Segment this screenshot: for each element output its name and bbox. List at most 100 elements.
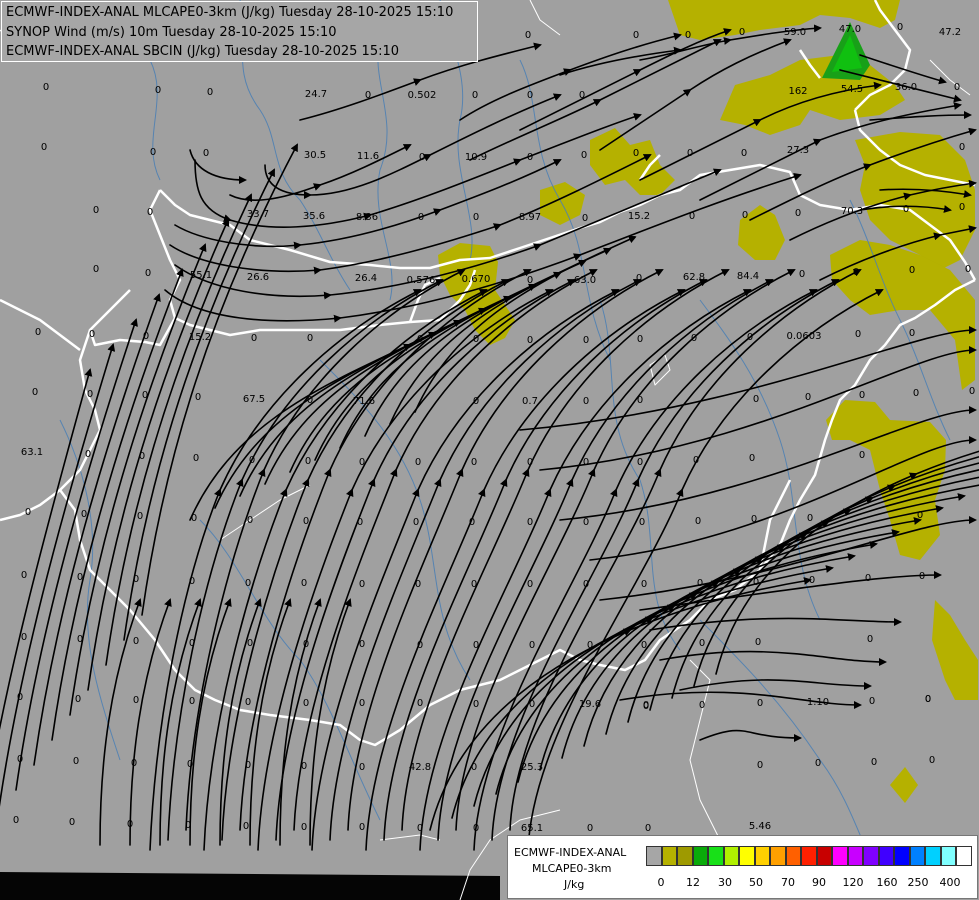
station-value: 0 xyxy=(247,638,253,649)
legend-swatch xyxy=(692,846,708,866)
station-value: 0 xyxy=(913,388,919,399)
legend-tick-label: 70 xyxy=(781,876,795,889)
station-value: 0 xyxy=(145,268,151,279)
station-value: 0 xyxy=(359,698,365,709)
station-value: 0 xyxy=(415,579,421,590)
station-value: 24.7 xyxy=(305,89,327,100)
legend-tick-label: 12 xyxy=(686,876,700,889)
title-line-3: ECMWF-INDEX-ANAL SBCIN (J/kg) Tuesday 28… xyxy=(6,44,400,59)
station-value: 0 xyxy=(473,212,479,223)
station-value: 0 xyxy=(69,817,75,828)
legend-swatch xyxy=(739,846,755,866)
station-value: 0 xyxy=(21,570,27,581)
station-value: 0 xyxy=(43,82,49,93)
station-value: 0 xyxy=(473,396,479,407)
station-value: 0 xyxy=(959,142,965,153)
station-value: 0 xyxy=(643,701,649,712)
station-value: 0 xyxy=(909,265,915,276)
legend-tick-label: 250 xyxy=(907,876,929,889)
station-value: 0 xyxy=(795,208,801,219)
station-value: 0 xyxy=(417,823,423,834)
station-value: 0 xyxy=(359,762,365,773)
station-value: 0 xyxy=(85,449,91,460)
station-value: 84.4 xyxy=(737,271,759,282)
station-value: 67.5 xyxy=(243,394,265,405)
station-value: 0 xyxy=(251,333,257,344)
station-value: 0 xyxy=(139,451,145,462)
station-value: 0 xyxy=(749,453,755,464)
station-value: 0 xyxy=(799,269,805,280)
station-value: 0 xyxy=(805,392,811,403)
title-box: ECMWF-INDEX-ANAL MLCAPE0-3km (J/kg) Tues… xyxy=(1,1,478,62)
station-value: 0 xyxy=(527,579,533,590)
station-value: 0 xyxy=(303,698,309,709)
legend-title-1: ECMWF-INDEX-ANAL xyxy=(514,846,627,859)
station-value: 0 xyxy=(155,85,161,96)
station-value: 30.5 xyxy=(304,150,326,161)
station-value: 0 xyxy=(807,513,813,524)
station-value: 0 xyxy=(755,637,761,648)
station-value: 0 xyxy=(929,755,935,766)
station-value: 47.2 xyxy=(939,27,961,38)
station-value: 0 xyxy=(207,87,213,98)
station-value: 0 xyxy=(809,575,815,586)
station-value: 26.4 xyxy=(355,273,377,284)
station-value: 0 xyxy=(415,457,421,468)
station-value: 0 xyxy=(413,517,419,528)
station-value: 0 xyxy=(303,639,309,650)
station-value: 8.36 xyxy=(356,212,378,223)
station-value: 0 xyxy=(25,507,31,518)
station-value: 0 xyxy=(32,387,38,398)
station-value: 0 xyxy=(865,573,871,584)
station-value: 0.7 xyxy=(522,396,538,407)
station-value: 0 xyxy=(645,823,651,834)
station-value: 0 xyxy=(131,758,137,769)
station-value: 0 xyxy=(417,334,423,345)
station-value: 0 xyxy=(869,696,875,707)
legend-swatch xyxy=(646,846,662,866)
station-value: 0 xyxy=(583,457,589,468)
station-value: 0 xyxy=(633,30,639,41)
station-value: 0 xyxy=(245,578,251,589)
station-value: 0 xyxy=(471,457,477,468)
station-value: 0 xyxy=(187,759,193,770)
station-value: 59.0 xyxy=(784,27,806,38)
station-value: 0 xyxy=(73,756,79,767)
station-value: 63.0 xyxy=(574,275,596,286)
legend-swatch xyxy=(847,846,863,866)
station-value: 0 xyxy=(897,22,903,33)
legend-tick-label: 0 xyxy=(657,876,665,889)
station-value: 0 xyxy=(636,273,642,284)
legend-swatch xyxy=(723,846,739,866)
station-value: 0.670 xyxy=(462,274,491,285)
station-value: 0 xyxy=(143,331,149,342)
station-value: 0 xyxy=(757,698,763,709)
station-value: 0.502 xyxy=(408,90,437,101)
station-value: 0 xyxy=(757,760,763,771)
station-value: 35.6 xyxy=(303,211,325,222)
station-value: 0 xyxy=(641,579,647,590)
station-value: 0 xyxy=(583,579,589,590)
station-value: 0 xyxy=(21,632,27,643)
legend-swatch xyxy=(863,846,879,866)
station-value: 0 xyxy=(815,758,821,769)
station-value: 26.6 xyxy=(247,272,269,283)
station-value: 0 xyxy=(579,90,585,101)
station-value: 0 xyxy=(307,395,313,406)
station-value: 0 xyxy=(741,148,747,159)
legend-swatch xyxy=(878,846,894,866)
legend-tick-label: 400 xyxy=(939,876,961,889)
station-value: 0 xyxy=(753,577,759,588)
station-value: 0 xyxy=(243,821,249,832)
station-value: 0 xyxy=(693,455,699,466)
station-value: 0 xyxy=(529,699,535,710)
station-value: 19.6 xyxy=(579,699,601,710)
station-value: 47.0 xyxy=(839,24,861,35)
station-value: 63.1 xyxy=(21,447,43,458)
title-line-1: ECMWF-INDEX-ANAL MLCAPE0-3km (J/kg) Tues… xyxy=(6,5,454,20)
station-value: 0 xyxy=(245,697,251,708)
station-value: 0 xyxy=(633,148,639,159)
station-value: 0 xyxy=(637,395,643,406)
station-value: 0 xyxy=(93,264,99,275)
station-value: 42.8 xyxy=(409,762,431,773)
